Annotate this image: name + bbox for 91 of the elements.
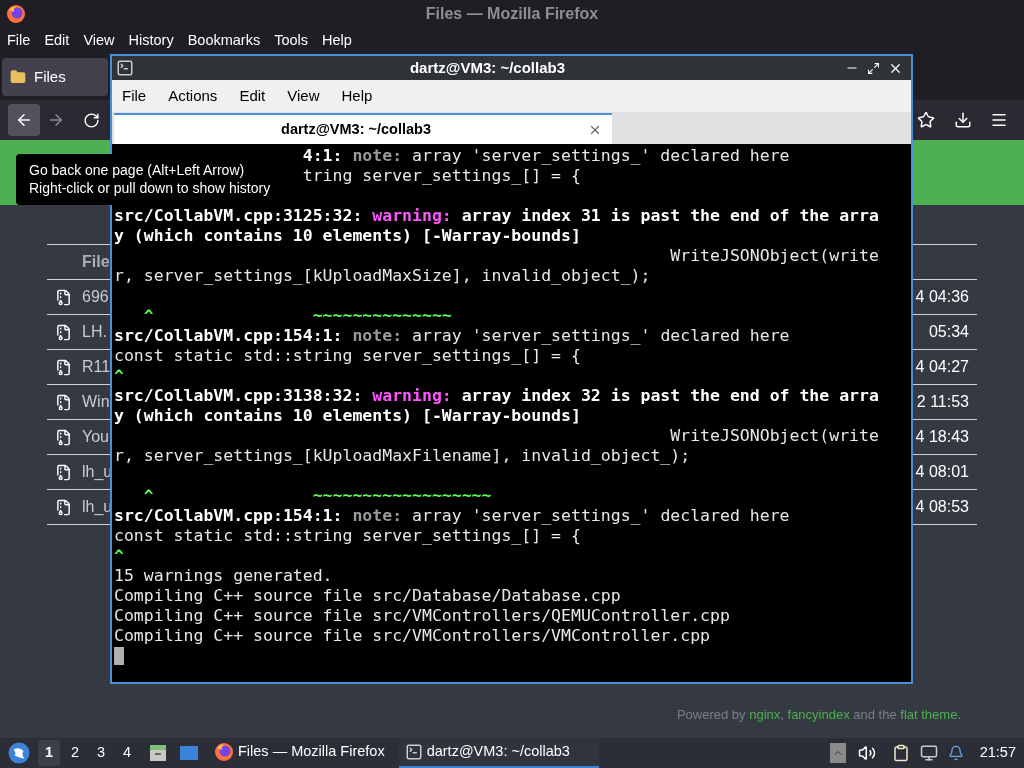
menu-item[interactable]: Actions	[168, 84, 218, 108]
tray-arrow-button[interactable]	[829, 743, 846, 763]
terminal-line: const static std::string server_settings_[] = {	[114, 526, 581, 546]
file-link[interactable]: LH.	[82, 320, 107, 344]
footer-text-part: ,	[780, 706, 785, 722]
menu-item[interactable]: Bookmarks	[187, 30, 261, 52]
terminal-icon	[404, 743, 423, 761]
date-cell-text: 4 04:36	[915, 287, 969, 307]
terminal-line: const static std::string server_settings_[] = {	[114, 346, 581, 366]
desktop-icon[interactable]	[178, 743, 200, 763]
terminal-line: ^	[114, 366, 124, 386]
terminal-line: 4:1: note: array 'server_settings_' declared here	[302, 146, 790, 165]
window-title: Files — Mozilla Firefox	[424, 4, 600, 24]
terminal-line: ^ ~~~~~~~~~~~~~~~~~~	[142, 486, 492, 506]
archive-file-icon	[55, 393, 72, 411]
workspace-button[interactable]: 3	[90, 740, 112, 766]
terminal-line: r, server_settings_[kUploadMaxSize], invalid_object_);	[114, 266, 651, 286]
file-link[interactable]: R11	[82, 355, 111, 379]
clipboard-icon[interactable]	[891, 744, 910, 762]
browser-icon	[214, 742, 234, 762]
footer-link[interactable]: fancyindex	[787, 706, 850, 722]
clock[interactable]: 21:57	[979, 742, 1016, 764]
footer-text-part: and the	[852, 706, 898, 722]
column-header[interactable]: File	[82, 250, 110, 274]
terminal-line: Compiling C++ source file src/Database/Database.cpp	[114, 586, 621, 606]
footer-text-part: Powered by	[676, 706, 747, 722]
date-cell-text: 4 08:53	[915, 497, 969, 517]
archive-file-icon	[55, 463, 72, 481]
menu-item[interactable]: Edit	[44, 30, 70, 52]
maximize-button[interactable]	[867, 61, 880, 75]
menu-item[interactable]: Edit	[239, 84, 266, 108]
taskbar-task[interactable]: Files — Mozilla Firefox	[208, 738, 391, 768]
terminal-line: WriteJSONObject(write	[669, 426, 879, 446]
window-title: dartz@VM3: ~/collab3	[408, 57, 567, 78]
terminal-line: Compiling C++ source file src/VMControllers/QEMUController.cpp	[114, 606, 730, 626]
workspace-button[interactable]: 4	[116, 740, 138, 766]
terminal-line: Compiling C++ source file src/VMControllers/VMController.cpp	[114, 626, 711, 646]
menu-item[interactable]: Tools	[274, 30, 309, 52]
terminal-line: ^	[114, 546, 124, 566]
terminal-line: y (which contains 10 elements) [-Warray-bounds]	[114, 226, 581, 246]
terminal-line: ^ ~~~~~~~~~~~~~~	[142, 306, 452, 326]
menu-item[interactable]: View	[287, 84, 320, 108]
notification-icon[interactable]	[947, 745, 964, 761]
start-menu-icon[interactable]	[8, 742, 30, 764]
taskbar-task[interactable]: dartz@VM3: ~/collab3	[398, 738, 599, 768]
footer-text-part: .	[957, 706, 961, 722]
date-cell-text: 05:34	[928, 322, 969, 342]
archive-file-icon	[55, 498, 72, 516]
terminal-line: src/CollabVM.cpp:154:1: note: array 'server_settings_' declared here	[114, 506, 790, 526]
forward-arrow-icon	[47, 111, 65, 129]
browser-tab[interactable]: Files	[2, 58, 108, 96]
star-icon	[917, 111, 935, 129]
archive-file-icon	[55, 428, 72, 446]
menu-icon	[990, 111, 1008, 129]
folder-icon	[10, 69, 26, 85]
terminal-line: y (which contains 10 elements) [-Warray-bounds]	[114, 406, 581, 426]
menu-item[interactable]: Help	[341, 84, 373, 108]
terminal-line: src/CollabVM.cpp:154:1: note: array 'server_settings_' declared here	[114, 326, 790, 346]
terminal-icon	[116, 59, 134, 77]
workspace-button[interactable]: 1	[38, 740, 60, 766]
terminal-line: src/CollabVM.cpp:3125:32: warning: array index 31 is past the end of the arra	[114, 206, 879, 226]
archive-file-icon	[55, 288, 72, 306]
terminal-line: src/CollabVM.cpp:3138:32: warning: array index 32 is past the end of the arra	[114, 386, 879, 406]
menu-item[interactable]: File	[7, 30, 31, 52]
archive-file-icon	[55, 358, 72, 376]
menu-item[interactable]: View	[83, 30, 115, 52]
archive-file-icon	[55, 323, 72, 341]
tooltip-line: Right-click or pull down to show history	[29, 179, 272, 197]
volume-icon[interactable]	[857, 744, 876, 762]
menu-item[interactable]: File	[122, 84, 147, 108]
menu-item[interactable]: Help	[322, 30, 352, 52]
reload-icon	[82, 111, 100, 129]
file-link[interactable]: 696	[82, 285, 109, 309]
date-cell-text: 4 08:01	[915, 462, 969, 482]
tooltip-line: Go back one page (Alt+Left Arrow)	[29, 161, 246, 179]
menu-item[interactable]: History	[128, 30, 174, 52]
terminal-tab[interactable]: dartz@VM3: ~/collab3	[114, 113, 612, 144]
terminal-line: WriteJSONObject(write	[669, 246, 879, 266]
file-drawer-icon[interactable]	[148, 743, 168, 763]
download-icon	[954, 111, 972, 129]
terminal-line: tring server_settings_[] = {	[302, 166, 581, 185]
file-link[interactable]: Win	[82, 390, 110, 414]
date-cell-text: 4 18:43	[915, 427, 969, 447]
back-button[interactable]	[8, 104, 40, 136]
browser-logo-icon	[6, 4, 26, 24]
terminal-line: r, server_settings_[kUploadMaxFilename], invalid_object_);	[114, 446, 691, 466]
terminal-line: 15 warnings generated.	[114, 566, 333, 586]
workspace-button[interactable]: 2	[64, 740, 86, 766]
date-cell-text: 4 04:27	[915, 357, 969, 377]
file-link[interactable]: You	[82, 425, 109, 449]
date-cell-text: 2 11:53	[916, 392, 969, 412]
